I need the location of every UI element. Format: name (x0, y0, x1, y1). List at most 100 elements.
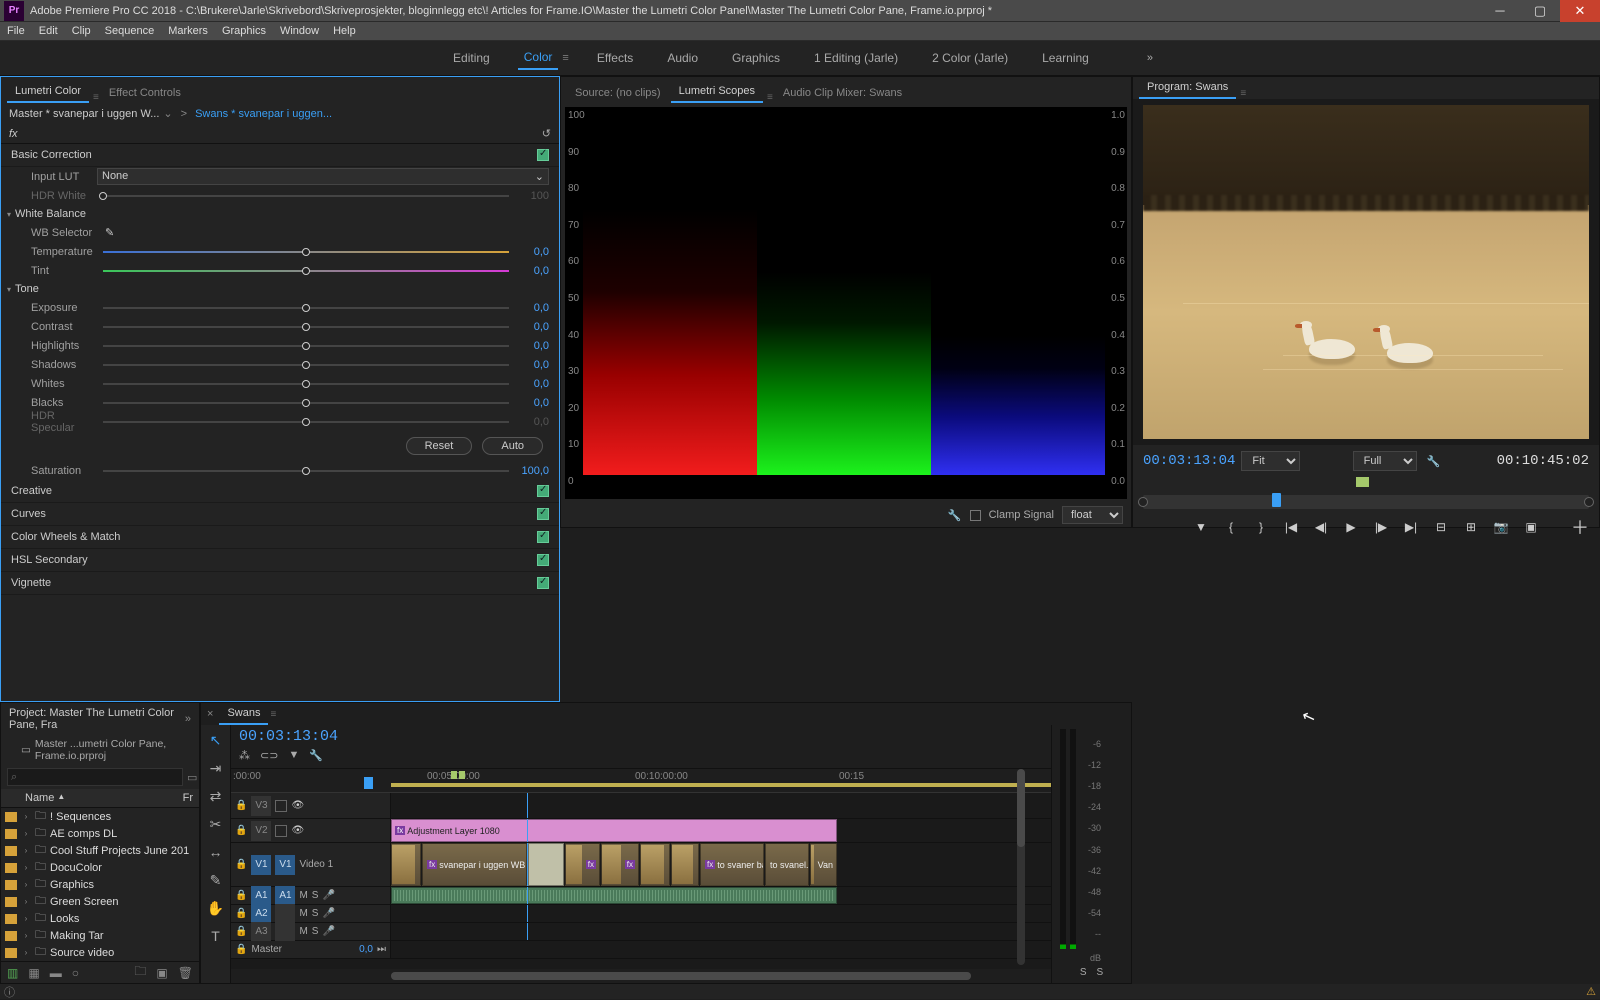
section-toggle-checkbox[interactable] (537, 508, 549, 520)
solo-left-button[interactable]: S (1080, 967, 1087, 983)
mute-button[interactable]: M (299, 908, 307, 919)
menu-clip[interactable]: Clip (65, 25, 98, 37)
workspace-editing[interactable]: Editing (447, 47, 496, 69)
slip-tool[interactable]: ↔ (207, 843, 225, 861)
video-clip[interactable]: Van (810, 843, 837, 886)
work-area-bar[interactable] (391, 783, 1106, 787)
step-forward-button[interactable]: |▶ (1372, 518, 1390, 536)
close-button[interactable]: ✕ (1560, 0, 1600, 22)
video-clip[interactable] (671, 843, 699, 886)
button-editor-icon[interactable]: ＋ (1571, 514, 1589, 540)
panel-menu-icon[interactable]: ≡ (93, 92, 99, 103)
highlights-value[interactable]: 0,0 (515, 340, 549, 352)
quality-select[interactable]: Full (1353, 451, 1417, 471)
menu-sequence[interactable]: Sequence (98, 25, 162, 37)
project-bin-list[interactable]: ›🗀! Sequences ›🗀AE comps DL ›🗀Cool Stuff… (1, 808, 199, 961)
blacks-slider[interactable] (103, 402, 509, 404)
tab-effect-controls[interactable]: Effect Controls (101, 83, 189, 103)
shadows-slider[interactable] (103, 364, 509, 366)
exposure-slider[interactable] (103, 307, 509, 309)
white-balance-group[interactable]: ▾White Balance (1, 205, 559, 223)
add-marker-icon[interactable]: ▼ (288, 749, 299, 762)
tint-value[interactable]: 0,0 (515, 265, 549, 277)
tone-group[interactable]: ▾Tone (1, 280, 559, 298)
timeline-tracks[interactable]: 🔒V3👁 🔒V2👁 fxAdjustment Layer 1080 (231, 793, 1131, 969)
audio-clip[interactable] (391, 887, 837, 904)
section-hsl-secondary[interactable]: HSL Secondary (1, 549, 559, 572)
warning-icon[interactable]: ⚠ (1586, 985, 1596, 998)
track-header-v2[interactable]: 🔒V2👁 (231, 819, 391, 842)
freeform-view-icon[interactable]: ▬ (50, 966, 62, 980)
clamp-signal-checkbox[interactable] (970, 510, 981, 521)
section-basic-correction[interactable]: Basic Correction (1, 144, 559, 167)
audio-meter[interactable]: -6-12-18-24-30-36-42-48-54-- dB SS (1051, 725, 1131, 983)
new-item-icon[interactable]: ▣ (156, 966, 167, 980)
contrast-slider[interactable] (103, 326, 509, 328)
workspace-editing-jarle[interactable]: 1 Editing (Jarle) (808, 47, 904, 69)
panel-menu-icon[interactable]: ≡ (767, 92, 773, 103)
video-clip[interactable] (640, 843, 670, 886)
lock-icon[interactable]: 🔒 (235, 859, 247, 870)
contrast-value[interactable]: 0,0 (515, 321, 549, 333)
lock-icon[interactable]: 🔒 (235, 944, 247, 955)
hand-tool[interactable]: ✋ (207, 899, 225, 917)
temperature-slider[interactable] (103, 251, 509, 253)
type-tool[interactable]: T (207, 927, 225, 945)
menu-help[interactable]: Help (326, 25, 363, 37)
panel-overflow-icon[interactable]: » (185, 713, 191, 725)
bin-row[interactable]: ›🗀DocuColor (1, 859, 199, 876)
section-toggle-checkbox[interactable] (537, 485, 549, 497)
workspace-color[interactable]: Color (518, 46, 559, 70)
column-name[interactable]: Name (25, 792, 54, 804)
sequence-clip-label[interactable]: Swans * svanepar i uggen... (195, 108, 332, 120)
voice-over-icon[interactable]: 🎤 (322, 908, 334, 919)
eye-icon[interactable]: 👁 (291, 800, 304, 811)
tint-slider[interactable] (103, 270, 509, 272)
section-creative[interactable]: Creative (1, 480, 559, 503)
track-header-a3[interactable]: 🔒A3MS🎤 (231, 923, 391, 940)
reset-effect-icon[interactable]: ↺ (542, 127, 551, 140)
track-header-a1[interactable]: 🔒A1A1MS🎤 (231, 887, 391, 904)
menu-window[interactable]: Window (273, 25, 326, 37)
video-clip[interactable]: fxsvanepar i uggen WB og litt underexpo.… (422, 843, 527, 886)
input-lut-select[interactable]: None⌄ (97, 168, 549, 185)
go-to-out-button[interactable]: ▶| (1402, 518, 1420, 536)
panel-menu-icon[interactable]: ≡ (1240, 88, 1246, 99)
lock-icon[interactable]: 🔒 (235, 800, 247, 811)
go-to-in-button[interactable]: |◀ (1282, 518, 1300, 536)
project-title[interactable]: Project: Master The Lumetri Color Pane, … (9, 707, 185, 731)
filter-bin-icon[interactable]: ▭ (187, 771, 197, 784)
info-icon[interactable]: ⓘ (4, 984, 15, 1000)
video-clip[interactable]: to svanel... (765, 843, 809, 886)
zoom-select[interactable]: Fit (1241, 451, 1300, 471)
timeline-hscroll[interactable] (231, 969, 1131, 983)
panel-menu-icon[interactable]: ≡ (270, 709, 276, 720)
play-button[interactable]: ▶ (1342, 518, 1360, 536)
eyedropper-icon[interactable]: ✎ (105, 226, 114, 239)
maximize-button[interactable]: ▢ (1520, 0, 1560, 22)
temperature-value[interactable]: 0,0 (515, 246, 549, 258)
tab-lumetri-color[interactable]: Lumetri Color (7, 81, 89, 103)
menu-markers[interactable]: Markers (161, 25, 215, 37)
timeline-ruler[interactable]: :00:00 00:05:00:00 00:10:00:00 00:15 (231, 769, 1131, 793)
voice-over-icon[interactable]: 🎤 (322, 890, 334, 901)
comparison-view-button[interactable]: ▣ (1522, 518, 1540, 536)
timeline-vscroll[interactable] (1017, 769, 1025, 965)
workspace-overflow-icon[interactable]: » (1147, 52, 1153, 64)
bin-row[interactable]: ›🗀Source video (1, 944, 199, 961)
auto-button[interactable]: Auto (482, 437, 543, 455)
workspace-learning[interactable]: Learning (1036, 47, 1095, 69)
section-color-wheels[interactable]: Color Wheels & Match (1, 526, 559, 549)
video-clip[interactable]: fxto svaner bak lit... (700, 843, 764, 886)
snap-icon[interactable]: ⁂ (239, 749, 250, 762)
bin-row[interactable]: ›🗀Green Screen (1, 893, 199, 910)
minimize-button[interactable]: ─ (1480, 0, 1520, 22)
clip-adjustment-layer[interactable]: fxAdjustment Layer 1080 (391, 819, 837, 842)
panel-menu-icon[interactable]: ≡ (562, 52, 568, 64)
rgb-parade-scope[interactable]: 1009080706050403020100 1.00.90.80.70.60.… (565, 107, 1127, 499)
fx-badge[interactable]: fx (9, 128, 18, 140)
new-bin-icon[interactable]: 🗀 (134, 962, 146, 983)
lift-button[interactable]: ⊟ (1432, 518, 1450, 536)
track-header-a2[interactable]: 🔒A2MS🎤 (231, 905, 391, 922)
timeline-timecode[interactable]: 00:03:13:04 (239, 728, 1123, 745)
